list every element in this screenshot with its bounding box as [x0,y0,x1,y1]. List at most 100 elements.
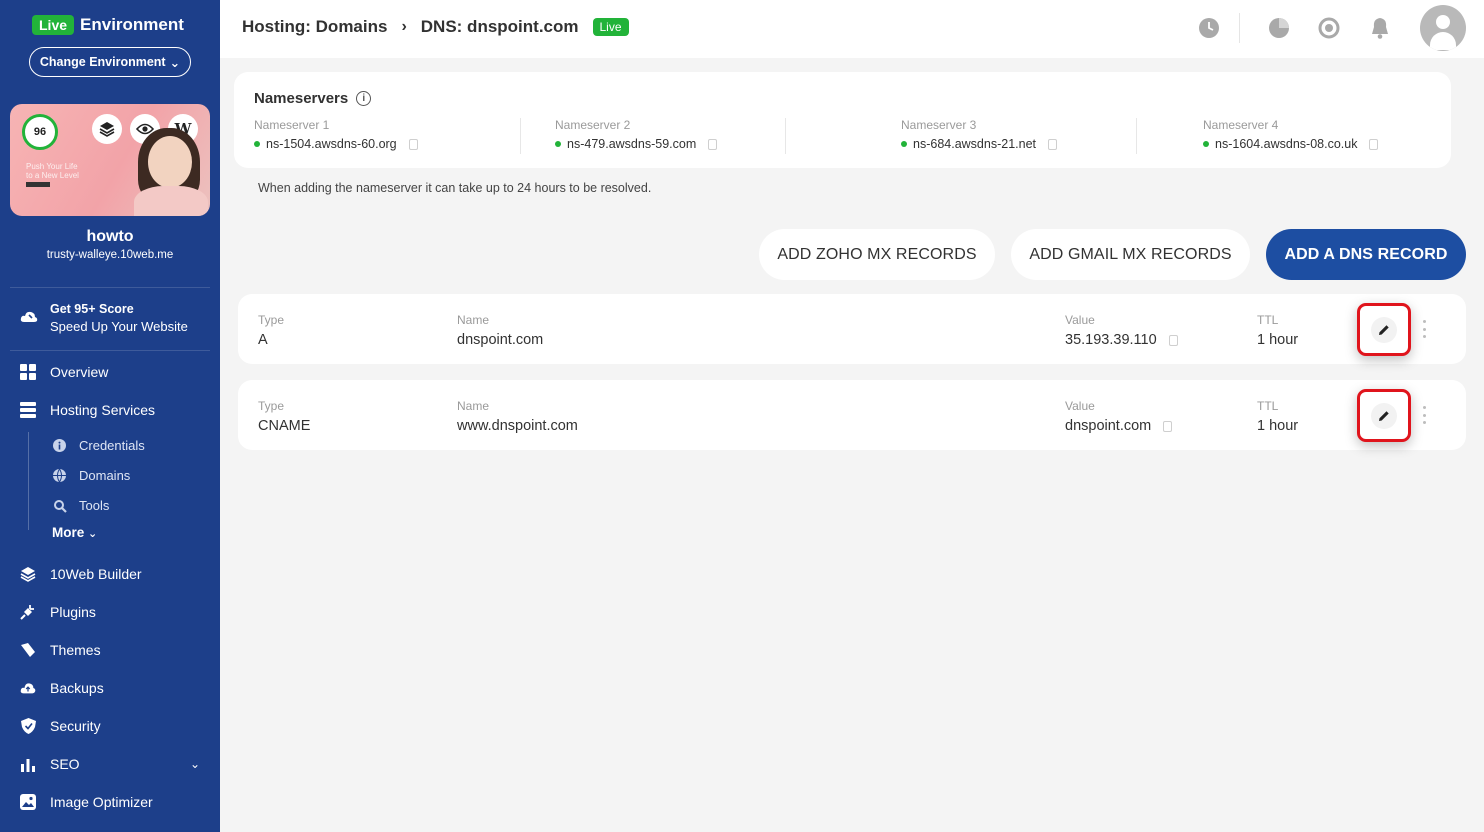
site-preview-card[interactable]: 96 W Push Your Life to a New Level [10,104,210,216]
chevron-down-icon: ⌄ [169,55,181,70]
breadcrumb-hosting-domains[interactable]: Hosting: Domains [242,17,387,37]
performance-score[interactable]: 96 [22,114,58,150]
copy-icon[interactable] [1163,420,1173,432]
add-gmail-mx-button[interactable]: ADD GMAIL MX RECORDS [1011,229,1250,280]
cloud-upload-icon [20,680,36,696]
sidebar-divider [10,287,210,288]
nameservers-title: Nameservers i [254,90,372,107]
nameserver-value: ns-1604.awsdns-08.co.uk [1215,137,1358,151]
speed-up-promo[interactable]: Get 95+ Score Speed Up Your Website [20,302,188,334]
dns-record-row: Type A Name dnspoint.com Value 35.193.39… [238,294,1466,364]
sidebar-subitem-label: Domains [79,468,131,483]
pie-chart-icon[interactable] [1268,17,1290,39]
nameserver-note: When adding the nameserver it can take u… [258,181,652,195]
nameserver-1: Nameserver 1 ns-1504.awsdns-60.org [254,118,418,151]
promo-subtitle: Speed Up Your Website [50,319,188,334]
nameserver-value: ns-684.awsdns-21.net [913,137,1036,151]
change-environment-button[interactable]: Change Environment ⌄ [29,47,191,77]
sidebar-item-label: Overview [50,364,109,380]
environment-title: Environment [80,15,184,34]
preview-button-shape [26,182,50,187]
sidebar-item-label: Themes [50,642,101,658]
sidebar-subitem-credentials[interactable]: Credentials [52,438,145,453]
copy-icon[interactable] [1168,334,1178,346]
nameservers-title-text: Nameservers [254,90,349,107]
sidebar-item-label: Image Optimizer [50,794,153,810]
status-dot [1203,141,1209,147]
sidebar-subitem-domains[interactable]: Domains [52,468,130,483]
chevron-right-icon: › [401,18,407,35]
sidebar-item-label: Hosting Services [50,402,156,418]
name-label: Name [457,399,490,413]
status-dot [254,141,260,147]
copy-icon[interactable] [408,138,418,150]
header-divider [1239,13,1240,43]
sidebar-subitem-tools[interactable]: Tools [52,498,109,513]
edit-record-highlight [1357,389,1411,442]
sidebar-subitem-label: Tools [79,498,110,513]
ttl-label: TTL [1257,313,1279,327]
preview-portrait-face [148,136,192,188]
promo-title: Get 95+ Score [50,302,134,316]
sidebar-item-10web-builder[interactable]: 10Web Builder [20,566,142,582]
chevron-down-icon: ⌄ [88,528,98,540]
cloud-rocket-icon [20,308,38,329]
chevron-down-icon[interactable]: ⌄ [190,757,200,771]
edit-record-button[interactable] [1371,316,1397,343]
layers-icon[interactable] [92,114,122,144]
info-circle-icon [52,438,67,453]
copy-icon[interactable] [1048,138,1057,150]
avatar-head [1436,15,1450,29]
submenu-line [28,432,29,530]
preview-text: Push Your Life to a New Level [26,162,79,180]
record-ttl: 1 hour [1257,418,1299,434]
add-dns-record-button[interactable]: ADD A DNS RECORD [1266,229,1466,280]
status-dot [555,141,561,147]
nameserver-label: Nameserver 4 [1203,118,1279,132]
more-options-icon[interactable] [1422,406,1426,424]
grid-icon [20,364,36,380]
ttl-label: TTL [1257,399,1279,413]
nameserver-label: Nameserver 1 [254,118,330,132]
record-value: 35.193.39.110 [1065,332,1157,348]
sidebar-item-image-optimizer[interactable]: Image Optimizer [20,794,153,810]
site-url[interactable]: trusty-walleye.10web.me [0,249,220,261]
tools-icon [52,498,67,513]
sidebar-item-themes[interactable]: Themes [20,642,101,658]
name-label: Name [457,313,490,327]
edit-record-highlight [1357,303,1411,356]
edit-record-button[interactable] [1371,402,1397,429]
copy-icon[interactable] [708,138,718,150]
user-avatar[interactable] [1420,5,1466,51]
top-header: Hosting: Domains › DNS: dnspoint.com Liv… [220,0,1484,58]
record-type: A [258,332,268,348]
sidebar-subitem-label: Credentials [79,438,145,453]
status-dot [901,141,907,147]
bell-icon[interactable] [1369,17,1391,39]
speed-gauge-icon[interactable] [1318,17,1340,39]
value-label: Value [1065,313,1095,327]
copy-icon[interactable] [1369,138,1379,150]
type-label: Type [258,313,285,327]
sidebar-item-overview[interactable]: Overview [20,364,108,380]
layers-icon [20,566,36,582]
sidebar-item-security[interactable]: Security [20,718,101,734]
more-toggle[interactable]: More ⌄ [52,525,97,540]
sidebar-item-hosting-services[interactable]: Hosting Services [20,402,155,418]
change-environment-label: Change Environment [39,55,166,69]
more-label: More [52,525,85,540]
breadcrumb-dns: DNS: dnspoint.com [420,17,579,36]
live-badge: Live [32,15,75,35]
type-label: Type [258,399,285,413]
image-icon [20,794,36,810]
sidebar-item-backups[interactable]: Backups [20,680,104,696]
add-zoho-mx-button[interactable]: ADD ZOHO MX RECORDS [759,229,995,280]
pencil-icon [1379,410,1389,421]
sidebar-item-label: Security [50,718,101,734]
sidebar-item-label: SEO [50,756,80,772]
more-options-icon[interactable] [1422,320,1426,338]
clock-icon[interactable] [1198,17,1220,39]
sidebar-item-seo[interactable]: SEO [20,756,80,772]
sidebar-item-plugins[interactable]: Plugins [20,604,96,620]
info-icon[interactable]: i [356,91,372,106]
